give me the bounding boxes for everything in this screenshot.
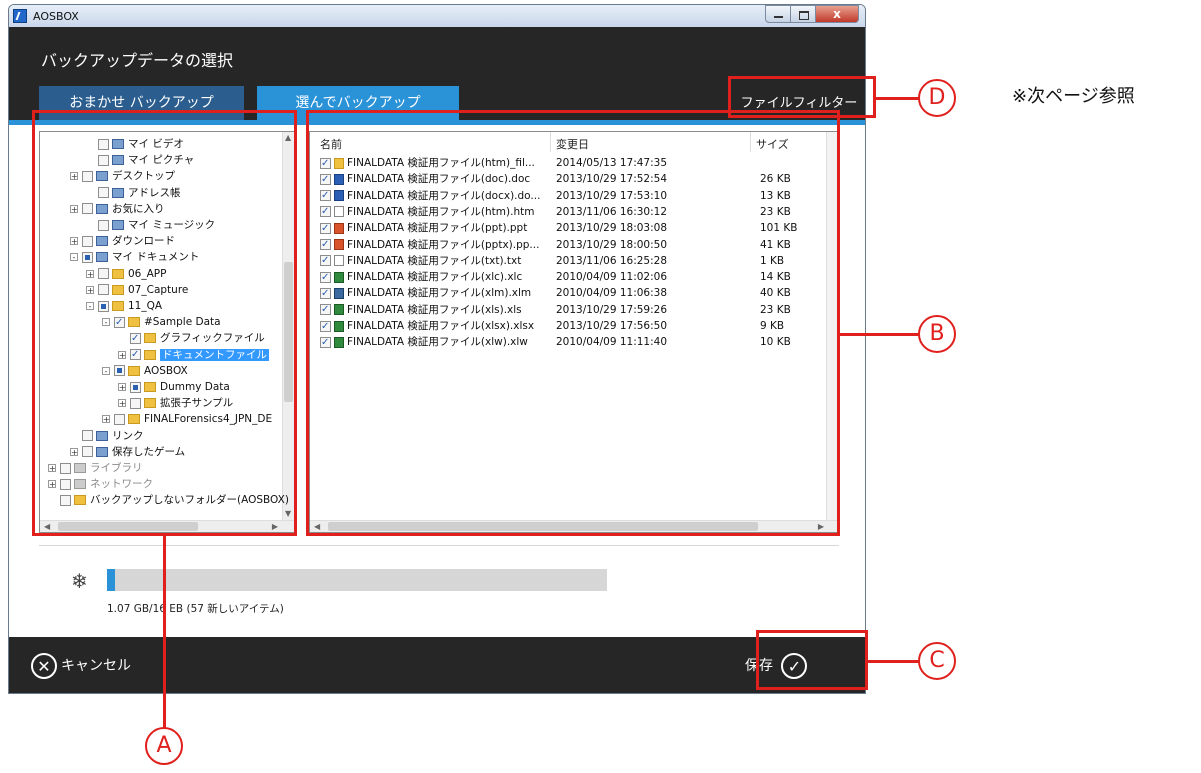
annotation-line-a xyxy=(163,536,166,732)
page-title: バックアップデータの選択 xyxy=(41,51,234,70)
close-circle-icon: ✕ xyxy=(31,653,57,679)
annotation-line-d xyxy=(876,97,920,100)
annotation-box-a xyxy=(32,110,297,536)
title-bar: AOSBOX x xyxy=(9,5,865,27)
annotation-label-d: D xyxy=(918,79,956,117)
app-logo-icon xyxy=(13,9,27,23)
annotation-box-b xyxy=(306,110,840,536)
annotation-box-c xyxy=(756,630,868,690)
cancel-label: キャンセル xyxy=(61,658,131,674)
annotation-line-c xyxy=(868,660,920,663)
annotation-label-c: C xyxy=(918,642,956,680)
footer: ✕ キャンセル 保存 ✓ xyxy=(9,637,865,693)
window-title: AOSBOX xyxy=(33,10,79,23)
minimize-button[interactable] xyxy=(765,5,791,23)
divider xyxy=(39,545,839,546)
annotation-note: ※次ページ参照 xyxy=(1012,86,1135,107)
annotation-box-d xyxy=(728,76,876,118)
close-button[interactable]: x xyxy=(815,5,859,23)
cancel-button[interactable]: ✕ キャンセル xyxy=(31,651,131,681)
progress-fill xyxy=(107,569,115,591)
maximize-button[interactable] xyxy=(790,5,816,23)
annotation-label-b: B xyxy=(918,315,956,353)
annotation-line-b xyxy=(840,333,920,336)
annotation-label-a: A xyxy=(145,727,183,765)
storage-progress-bar xyxy=(107,569,607,591)
snowflake-icon: ❄ xyxy=(71,569,88,593)
storage-usage-text: 1.07 GB/16 EB (57 新しいアイテム) xyxy=(107,603,284,615)
